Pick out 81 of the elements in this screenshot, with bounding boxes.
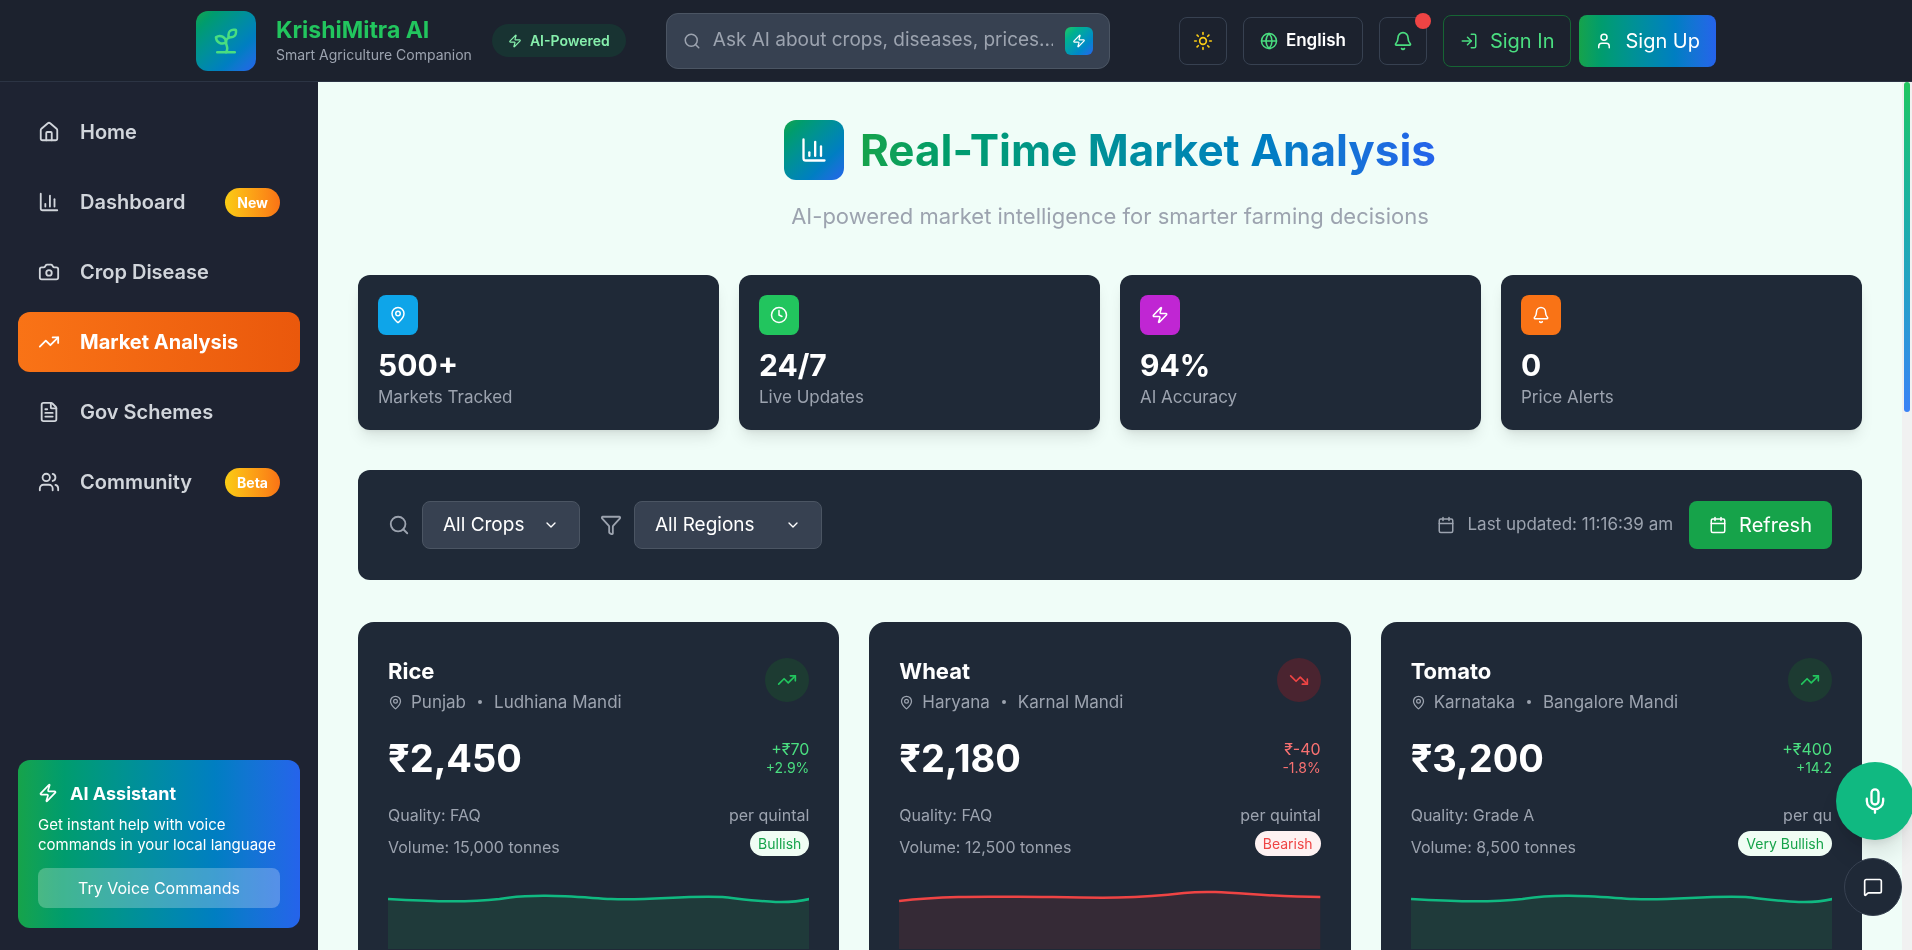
price-unit: per quintal — [1240, 803, 1321, 827]
camera-icon — [38, 261, 60, 283]
assistant-title: AI Assistant — [70, 781, 177, 806]
sentiment-tag: Very Bullish — [1738, 830, 1832, 856]
percent-change: +2.9% — [765, 759, 810, 777]
document-icon — [38, 401, 60, 423]
brand-name: KrishiMitra AI — [276, 15, 431, 45]
ai-powered-badge: AI-Powered — [491, 24, 626, 57]
crop-price: ₹2,180 — [899, 735, 1021, 783]
brand-tagline: Smart Agriculture Companion — [276, 45, 472, 66]
stat-value: 500+ — [378, 347, 459, 385]
sprout-logo-icon — [196, 10, 256, 71]
location-pin-icon — [1410, 694, 1426, 710]
sign-in-button[interactable]: Sign In — [1442, 14, 1572, 67]
crop-volume: Volume: 15,000 tonnes — [388, 835, 560, 859]
crop-state: Karnataka — [1433, 690, 1515, 714]
crop-quality: Quality: FAQ — [388, 803, 482, 827]
stat-value: 0 — [1521, 347, 1543, 385]
sidebar-item[interactable]: Home — [18, 102, 300, 162]
filter-icon — [600, 514, 622, 536]
location-pin-icon — [388, 694, 403, 710]
stat-value: 94% — [1140, 347, 1212, 385]
crop-state: Punjab — [411, 690, 467, 714]
price-change: ₹-40 — [1284, 739, 1321, 759]
stat-label: Live Updates — [759, 385, 865, 409]
bell-icon — [1392, 30, 1413, 51]
crop-price: ₹3,200 — [1410, 735, 1544, 783]
crop-price: ₹2,450 — [388, 735, 522, 783]
stat-value: 24/7 — [759, 347, 828, 385]
search-icon — [388, 514, 410, 536]
calendar-icon — [1437, 516, 1456, 534]
sidebar-item[interactable]: Dashboard New — [18, 172, 300, 232]
crop-volume: Volume: 8,500 tonnes — [1410, 835, 1576, 859]
sign-up-button[interactable]: Sign Up — [1579, 14, 1716, 67]
crop-select[interactable]: All Crops — [422, 501, 580, 549]
crop-quality: Quality: Grade A — [1410, 803, 1536, 827]
page-subtitle: AI-powered market intelligence for smarter farming decisions — [790, 202, 1430, 231]
price-change: +₹400 — [1782, 739, 1832, 759]
sentiment-tag: Bullish — [750, 830, 810, 856]
lightning-icon[interactable] — [1064, 26, 1093, 55]
mandi-name: Ludhiana Mandi — [494, 690, 622, 714]
crop-state: Haryana — [922, 690, 990, 714]
sentiment-tag: Bearish — [1254, 830, 1321, 856]
sidebar-tag: New — [225, 187, 280, 217]
crop-name: Wheat — [899, 658, 971, 686]
sidebar-item[interactable]: Community Beta — [18, 452, 300, 512]
stat-label: AI Accuracy — [1140, 385, 1239, 409]
bar-chart-icon — [38, 191, 60, 213]
scrollbar-thumb[interactable] — [1904, 82, 1910, 412]
theme-toggle[interactable] — [1178, 16, 1227, 65]
lightning-icon — [38, 783, 58, 804]
region-select[interactable]: All Regions — [634, 501, 822, 549]
stat-label: Markets Tracked — [378, 385, 514, 409]
search-icon — [682, 31, 701, 50]
calendar-icon — [1709, 516, 1728, 534]
mandi-name: Karnal Mandi — [1017, 690, 1124, 714]
price-change: +₹70 — [771, 739, 810, 759]
crop-quality: Quality: FAQ — [899, 803, 994, 827]
login-icon — [1459, 31, 1478, 50]
percent-change: -1.8% — [1282, 759, 1321, 777]
price-unit: per qu — [1783, 803, 1832, 827]
bar-chart-icon — [783, 120, 844, 180]
home-icon — [38, 121, 60, 143]
crop-volume: Volume: 12,500 tonnes — [899, 835, 1072, 859]
chat-icon — [1863, 877, 1883, 897]
crop-name: Tomato — [1410, 658, 1493, 686]
sidebar-item[interactable]: Crop Disease — [18, 242, 300, 302]
users-icon — [38, 471, 60, 493]
percent-change: +14.2 — [1795, 759, 1832, 777]
location-pin-icon — [899, 694, 915, 710]
price-unit: per quintal — [728, 803, 810, 827]
sun-icon — [1192, 30, 1213, 51]
sidebar-tag: Beta — [225, 467, 280, 497]
mandi-name: Bangalore Mandi — [1542, 690, 1679, 714]
assistant-text: Get instant help with voice commands in your local language — [38, 814, 277, 856]
stat-label: Price Alerts — [1521, 385, 1615, 409]
globe-icon — [1259, 31, 1278, 50]
language-selector[interactable]: English — [1242, 16, 1363, 65]
sidebar-item[interactable]: Gov Schemes — [18, 382, 300, 442]
crop-name: Rice — [388, 658, 436, 686]
last-updated: Last updated: 11:16:39 am — [1467, 513, 1674, 537]
